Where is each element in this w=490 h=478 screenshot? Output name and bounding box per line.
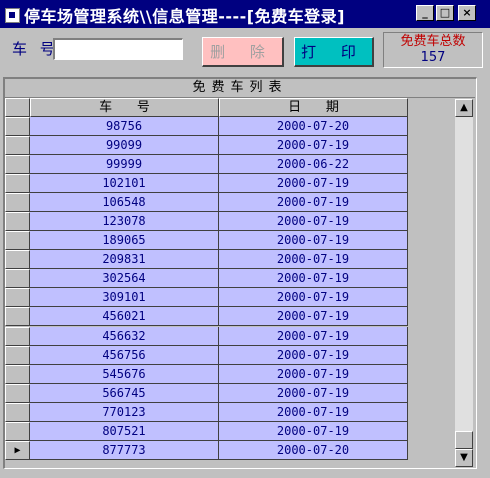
cell-car-number[interactable]: 770123 bbox=[30, 402, 219, 422]
column-header-date[interactable]: 日 期 bbox=[219, 98, 408, 117]
table-row[interactable]: 456756 2000-07-19 bbox=[5, 345, 408, 365]
table-row[interactable]: 807521 2000-07-19 bbox=[5, 421, 408, 441]
row-selector[interactable] bbox=[5, 288, 30, 308]
free-car-total-label: 免费车总数 bbox=[400, 34, 466, 49]
cell-car-number[interactable]: 189065 bbox=[30, 231, 219, 251]
car-number-input[interactable] bbox=[53, 38, 183, 60]
free-car-grid[interactable]: 免费车列表 车 号 日 期 98756 2000-07-20 99099 2000-0… bbox=[3, 77, 477, 469]
row-selector-header[interactable] bbox=[5, 98, 30, 117]
cell-date[interactable]: 2000-07-20 bbox=[219, 440, 408, 460]
free-car-total-value: 157 bbox=[420, 50, 446, 65]
delete-button[interactable]: 删 除 bbox=[202, 37, 284, 67]
row-selector[interactable] bbox=[5, 345, 30, 365]
row-selector[interactable] bbox=[5, 307, 30, 327]
grid-rows: 98756 2000-07-20 99099 2000-07-19 99999 2000-… bbox=[5, 117, 408, 460]
cell-car-number[interactable]: 302564 bbox=[30, 269, 219, 289]
table-row[interactable]: 566745 2000-07-19 bbox=[5, 383, 408, 403]
table-row[interactable]: 209831 2000-07-19 bbox=[5, 250, 408, 270]
cell-car-number[interactable]: 807521 bbox=[30, 421, 219, 441]
window-title: 停车场管理系统\\信息管理----[免费车登录] bbox=[24, 7, 345, 26]
cell-date[interactable]: 2000-07-19 bbox=[219, 307, 408, 327]
table-row[interactable]: 102101 2000-07-19 bbox=[5, 174, 408, 194]
cell-car-number[interactable]: 456756 bbox=[30, 345, 219, 365]
row-selector[interactable] bbox=[5, 212, 30, 232]
cell-car-number[interactable]: 309101 bbox=[30, 288, 219, 308]
table-row[interactable]: 99999 2000-06-22 bbox=[5, 155, 408, 175]
table-row[interactable]: 456021 2000-07-19 bbox=[5, 307, 408, 327]
car-number-label: 车 号 bbox=[12, 40, 59, 58]
row-selector[interactable] bbox=[5, 364, 30, 384]
row-selector[interactable] bbox=[5, 117, 30, 136]
cell-date[interactable]: 2000-07-19 bbox=[219, 383, 408, 403]
table-row[interactable]: 456632 2000-07-19 bbox=[5, 326, 408, 346]
row-selector[interactable] bbox=[5, 326, 30, 346]
cell-date[interactable]: 2000-07-19 bbox=[219, 269, 408, 289]
vertical-scrollbar[interactable]: ▲ ▼ bbox=[455, 99, 473, 467]
table-row[interactable]: 309101 2000-07-19 bbox=[5, 288, 408, 308]
cell-date[interactable]: 2000-07-19 bbox=[219, 212, 408, 232]
cell-date[interactable]: 2000-07-19 bbox=[219, 174, 408, 194]
row-selector[interactable] bbox=[5, 231, 30, 251]
table-row[interactable]: 123078 2000-07-19 bbox=[5, 212, 408, 232]
scroll-up-icon[interactable]: ▲ bbox=[455, 99, 473, 117]
cell-car-number[interactable]: 877773 bbox=[30, 440, 219, 460]
table-row[interactable]: 98756 2000-07-20 bbox=[5, 117, 408, 136]
cell-date[interactable]: 2000-07-19 bbox=[219, 364, 408, 384]
cell-car-number[interactable]: 545676 bbox=[30, 364, 219, 384]
cell-date[interactable]: 2000-07-19 bbox=[219, 421, 408, 441]
cell-date[interactable]: 2000-07-19 bbox=[219, 402, 408, 422]
table-row[interactable]: 99099 2000-07-19 bbox=[5, 136, 408, 156]
cell-car-number[interactable]: 123078 bbox=[30, 212, 219, 232]
column-header-car-number[interactable]: 车 号 bbox=[30, 98, 219, 117]
cell-car-number[interactable]: 99099 bbox=[30, 136, 219, 156]
print-button[interactable]: 打 印 bbox=[294, 37, 374, 67]
row-selector[interactable] bbox=[5, 402, 30, 422]
maximize-button[interactable]: □ bbox=[436, 5, 454, 21]
table-row[interactable]: 770123 2000-07-19 bbox=[5, 402, 408, 422]
scroll-down-icon[interactable]: ▼ bbox=[455, 449, 473, 467]
cell-car-number[interactable]: 102101 bbox=[30, 174, 219, 194]
cell-date[interactable]: 2000-07-19 bbox=[219, 326, 408, 346]
table-row[interactable]: 302564 2000-07-19 bbox=[5, 269, 408, 289]
title-bar[interactable]: 停车场管理系统\\信息管理----[免费车登录] _ □ × bbox=[0, 0, 490, 28]
cell-date[interactable]: 2000-07-19 bbox=[219, 231, 408, 251]
row-selector[interactable] bbox=[5, 155, 30, 175]
cell-date[interactable]: 2000-07-19 bbox=[219, 136, 408, 156]
cell-date[interactable]: 2000-07-19 bbox=[219, 288, 408, 308]
cell-car-number[interactable]: 566745 bbox=[30, 383, 219, 403]
cell-car-number[interactable]: 456632 bbox=[30, 326, 219, 346]
cell-car-number[interactable]: 209831 bbox=[30, 250, 219, 270]
table-row[interactable]: 545676 2000-07-19 bbox=[5, 364, 408, 384]
cell-date[interactable]: 2000-06-22 bbox=[219, 155, 408, 175]
cell-date[interactable]: 2000-07-19 bbox=[219, 345, 408, 365]
cell-car-number[interactable]: 106548 bbox=[30, 193, 219, 213]
free-car-total-panel: 免费车总数 157 bbox=[383, 32, 483, 68]
close-button[interactable]: × bbox=[458, 5, 476, 21]
grid-caption: 免费车列表 bbox=[5, 79, 475, 98]
row-selector[interactable] bbox=[5, 269, 30, 289]
app-icon[interactable] bbox=[5, 8, 20, 23]
minimize-button[interactable]: _ bbox=[416, 5, 434, 21]
table-row[interactable]: 106548 2000-07-19 bbox=[5, 193, 408, 213]
row-selector[interactable] bbox=[5, 174, 30, 194]
row-selector[interactable]: ▶ bbox=[5, 440, 30, 460]
cell-car-number[interactable]: 99999 bbox=[30, 155, 219, 175]
scroll-thumb[interactable] bbox=[455, 431, 473, 449]
cell-date[interactable]: 2000-07-19 bbox=[219, 250, 408, 270]
cell-date[interactable]: 2000-07-20 bbox=[219, 117, 408, 136]
row-selector[interactable] bbox=[5, 421, 30, 441]
row-selector[interactable] bbox=[5, 250, 30, 270]
table-row[interactable]: ▶ 877773 2000-07-20 bbox=[5, 440, 408, 460]
row-selector[interactable] bbox=[5, 193, 30, 213]
table-row[interactable]: 189065 2000-07-19 bbox=[5, 231, 408, 251]
cell-car-number[interactable]: 456021 bbox=[30, 307, 219, 327]
row-selector[interactable] bbox=[5, 136, 30, 156]
cell-date[interactable]: 2000-07-19 bbox=[219, 193, 408, 213]
row-selector[interactable] bbox=[5, 383, 30, 403]
cell-car-number[interactable]: 98756 bbox=[30, 117, 219, 136]
